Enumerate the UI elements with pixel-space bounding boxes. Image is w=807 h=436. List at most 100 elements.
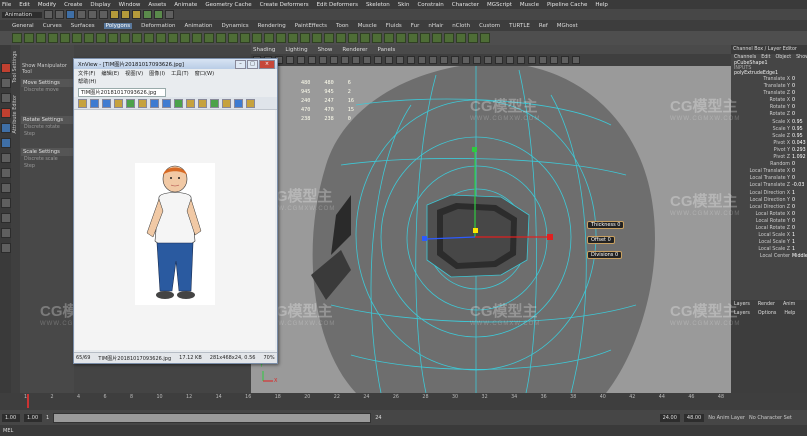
snap-grid-icon[interactable]: [110, 10, 119, 19]
channel-attr-row[interactable]: Translate Y0: [731, 83, 807, 90]
last-tool-icon[interactable]: [0, 153, 11, 163]
menu-modify[interactable]: Modify: [38, 2, 56, 8]
viewport-tool-icon[interactable]: [517, 56, 525, 64]
close-button[interactable]: ×: [259, 60, 275, 69]
channel-attr-value[interactable]: 1: [792, 190, 804, 197]
shelf-tab-curves[interactable]: Curves: [43, 23, 62, 29]
channel-attr-value[interactable]: 1: [792, 239, 804, 246]
shelf-tab-polygons[interactable]: Polygons: [103, 22, 133, 29]
shelf-tool-icon[interactable]: [204, 33, 214, 43]
layout-hypershade-icon[interactable]: [0, 243, 11, 253]
shelf-tool-icon[interactable]: [384, 33, 394, 43]
shelf-tool-icon[interactable]: [468, 33, 478, 43]
viewport-menu-show[interactable]: Show: [318, 47, 333, 53]
menu-pipeline-cache[interactable]: Pipeline Cache: [547, 2, 587, 8]
channel-attr-row[interactable]: Local Center Middle: [731, 253, 807, 260]
shelf-tab-ncloth[interactable]: nCloth: [452, 23, 470, 29]
menu-geometry-cache[interactable]: Geometry Cache: [205, 2, 251, 8]
channel-attr-row[interactable]: Scale X 0.95: [731, 119, 807, 126]
viewport-tool-icon[interactable]: [495, 56, 503, 64]
viewport-menu-shading[interactable]: Shading: [253, 47, 275, 53]
minimize-button[interactable]: –: [235, 60, 246, 69]
channel-attr-row[interactable]: Local Rotate Z0: [731, 225, 807, 232]
channel-attr-row[interactable]: Local Direction Y0: [731, 197, 807, 204]
channel-attr-value[interactable]: 0.293: [792, 147, 806, 154]
shelf-tool-icon[interactable]: [288, 33, 298, 43]
scale-tool-icon[interactable]: [0, 138, 11, 148]
max-time-field[interactable]: 48.00: [683, 413, 705, 422]
channel-attr-value[interactable]: 0.043: [792, 140, 806, 147]
menu-character[interactable]: Character: [452, 2, 479, 8]
snap-point-icon[interactable]: [132, 10, 141, 19]
layout-four-icon[interactable]: [0, 183, 11, 193]
channel-menu-channels[interactable]: Channels: [734, 55, 756, 60]
channel-attr-row[interactable]: Local Scale Z1: [731, 246, 807, 253]
save-scene-icon[interactable]: [66, 10, 75, 19]
shelf-tab-deformation[interactable]: Deformation: [141, 23, 175, 29]
shelf-tab-mghost[interactable]: MGhost: [557, 23, 578, 29]
channel-attr-value[interactable]: 0: [792, 225, 804, 232]
scale-step-option[interactable]: Step: [20, 163, 74, 170]
settings-icon[interactable]: [246, 98, 255, 108]
xnview-menu-item[interactable]: 文件(F): [78, 70, 95, 77]
channel-attr-value[interactable]: 0: [792, 204, 804, 211]
channel-attr-value[interactable]: 1: [792, 246, 804, 253]
menu-edit-deformers[interactable]: Edit Deformers: [317, 2, 358, 8]
shelf-tool-icon[interactable]: [132, 33, 142, 43]
viewport-tool-icon[interactable]: [528, 56, 536, 64]
zoom-out-icon[interactable]: [162, 98, 171, 108]
shelf-tab-general[interactable]: General: [12, 23, 34, 29]
thickness-label[interactable]: Thickness 0: [587, 221, 625, 229]
channel-attr-value[interactable]: 0.95: [792, 133, 804, 140]
layer-tab-layers[interactable]: Layers: [734, 302, 750, 307]
anim-layer-selector[interactable]: No Anim Layer: [708, 415, 745, 421]
channel-attr-row[interactable]: Rotate Y0: [731, 104, 807, 111]
menu-mgscript[interactable]: MGScript: [487, 2, 512, 8]
divisions-label[interactable]: Divisions 0: [587, 251, 623, 259]
tab-attribute-editor[interactable]: Attribute Editor: [11, 89, 19, 139]
viewport-tool-icon[interactable]: [506, 56, 514, 64]
layer-tab-anim[interactable]: Anim: [783, 302, 795, 307]
render-icon[interactable]: [143, 10, 152, 19]
viewport-tool-icon[interactable]: [352, 56, 360, 64]
menu-set-selector[interactable]: Animation: [2, 11, 42, 18]
shelf-tool-icon[interactable]: [180, 33, 190, 43]
viewport-tool-icon[interactable]: [539, 56, 547, 64]
viewport-tool-icon[interactable]: [341, 56, 349, 64]
channel-attr-value[interactable]: -0.03: [792, 182, 804, 189]
channel-attr-row[interactable]: Pivot Y 0.293: [731, 147, 807, 154]
channel-attr-value[interactable]: Middle: [792, 253, 807, 260]
viewport-tool-icon[interactable]: [385, 56, 393, 64]
shelf-tool-icon[interactable]: [348, 33, 358, 43]
back-icon[interactable]: [90, 98, 99, 108]
fit-icon[interactable]: [174, 98, 183, 108]
rotate-left-icon[interactable]: [186, 98, 195, 108]
shelf-tool-icon[interactable]: [144, 33, 154, 43]
layout-graph-icon[interactable]: [0, 228, 11, 238]
viewport-tool-icon[interactable]: [418, 56, 426, 64]
shelf-tab-fluids[interactable]: Fluids: [386, 23, 402, 29]
shelf-tab-rendering[interactable]: Rendering: [258, 23, 286, 29]
xnview-menu-item[interactable]: 窗口(W): [195, 70, 215, 77]
render-settings-icon[interactable]: [165, 10, 174, 19]
shelf-tool-icon[interactable]: [420, 33, 430, 43]
channel-attr-value[interactable]: 0: [792, 218, 804, 225]
viewport-tool-icon[interactable]: [330, 56, 338, 64]
viewport-tool-icon[interactable]: [561, 56, 569, 64]
shelf-tool-icon[interactable]: [408, 33, 418, 43]
menu-window[interactable]: Window: [119, 2, 141, 8]
viewport-tool-icon[interactable]: [572, 56, 580, 64]
paint-select-icon[interactable]: [0, 93, 11, 103]
select-component-icon[interactable]: [99, 10, 108, 19]
layer-menu-options[interactable]: Options: [758, 311, 777, 316]
channel-attr-row[interactable]: Local Direction Z0: [731, 204, 807, 211]
viewport-tool-icon[interactable]: [451, 56, 459, 64]
channel-attr-row[interactable]: Rotate Z0: [731, 111, 807, 118]
menu-display[interactable]: Display: [90, 2, 110, 8]
channel-attr-value[interactable]: 0: [792, 76, 804, 83]
shelf-tab-fur[interactable]: Fur: [411, 23, 420, 29]
shelf-tool-icon[interactable]: [372, 33, 382, 43]
viewport-tool-icon[interactable]: [484, 56, 492, 64]
new-scene-icon[interactable]: [44, 10, 53, 19]
viewport-tool-icon[interactable]: [473, 56, 481, 64]
